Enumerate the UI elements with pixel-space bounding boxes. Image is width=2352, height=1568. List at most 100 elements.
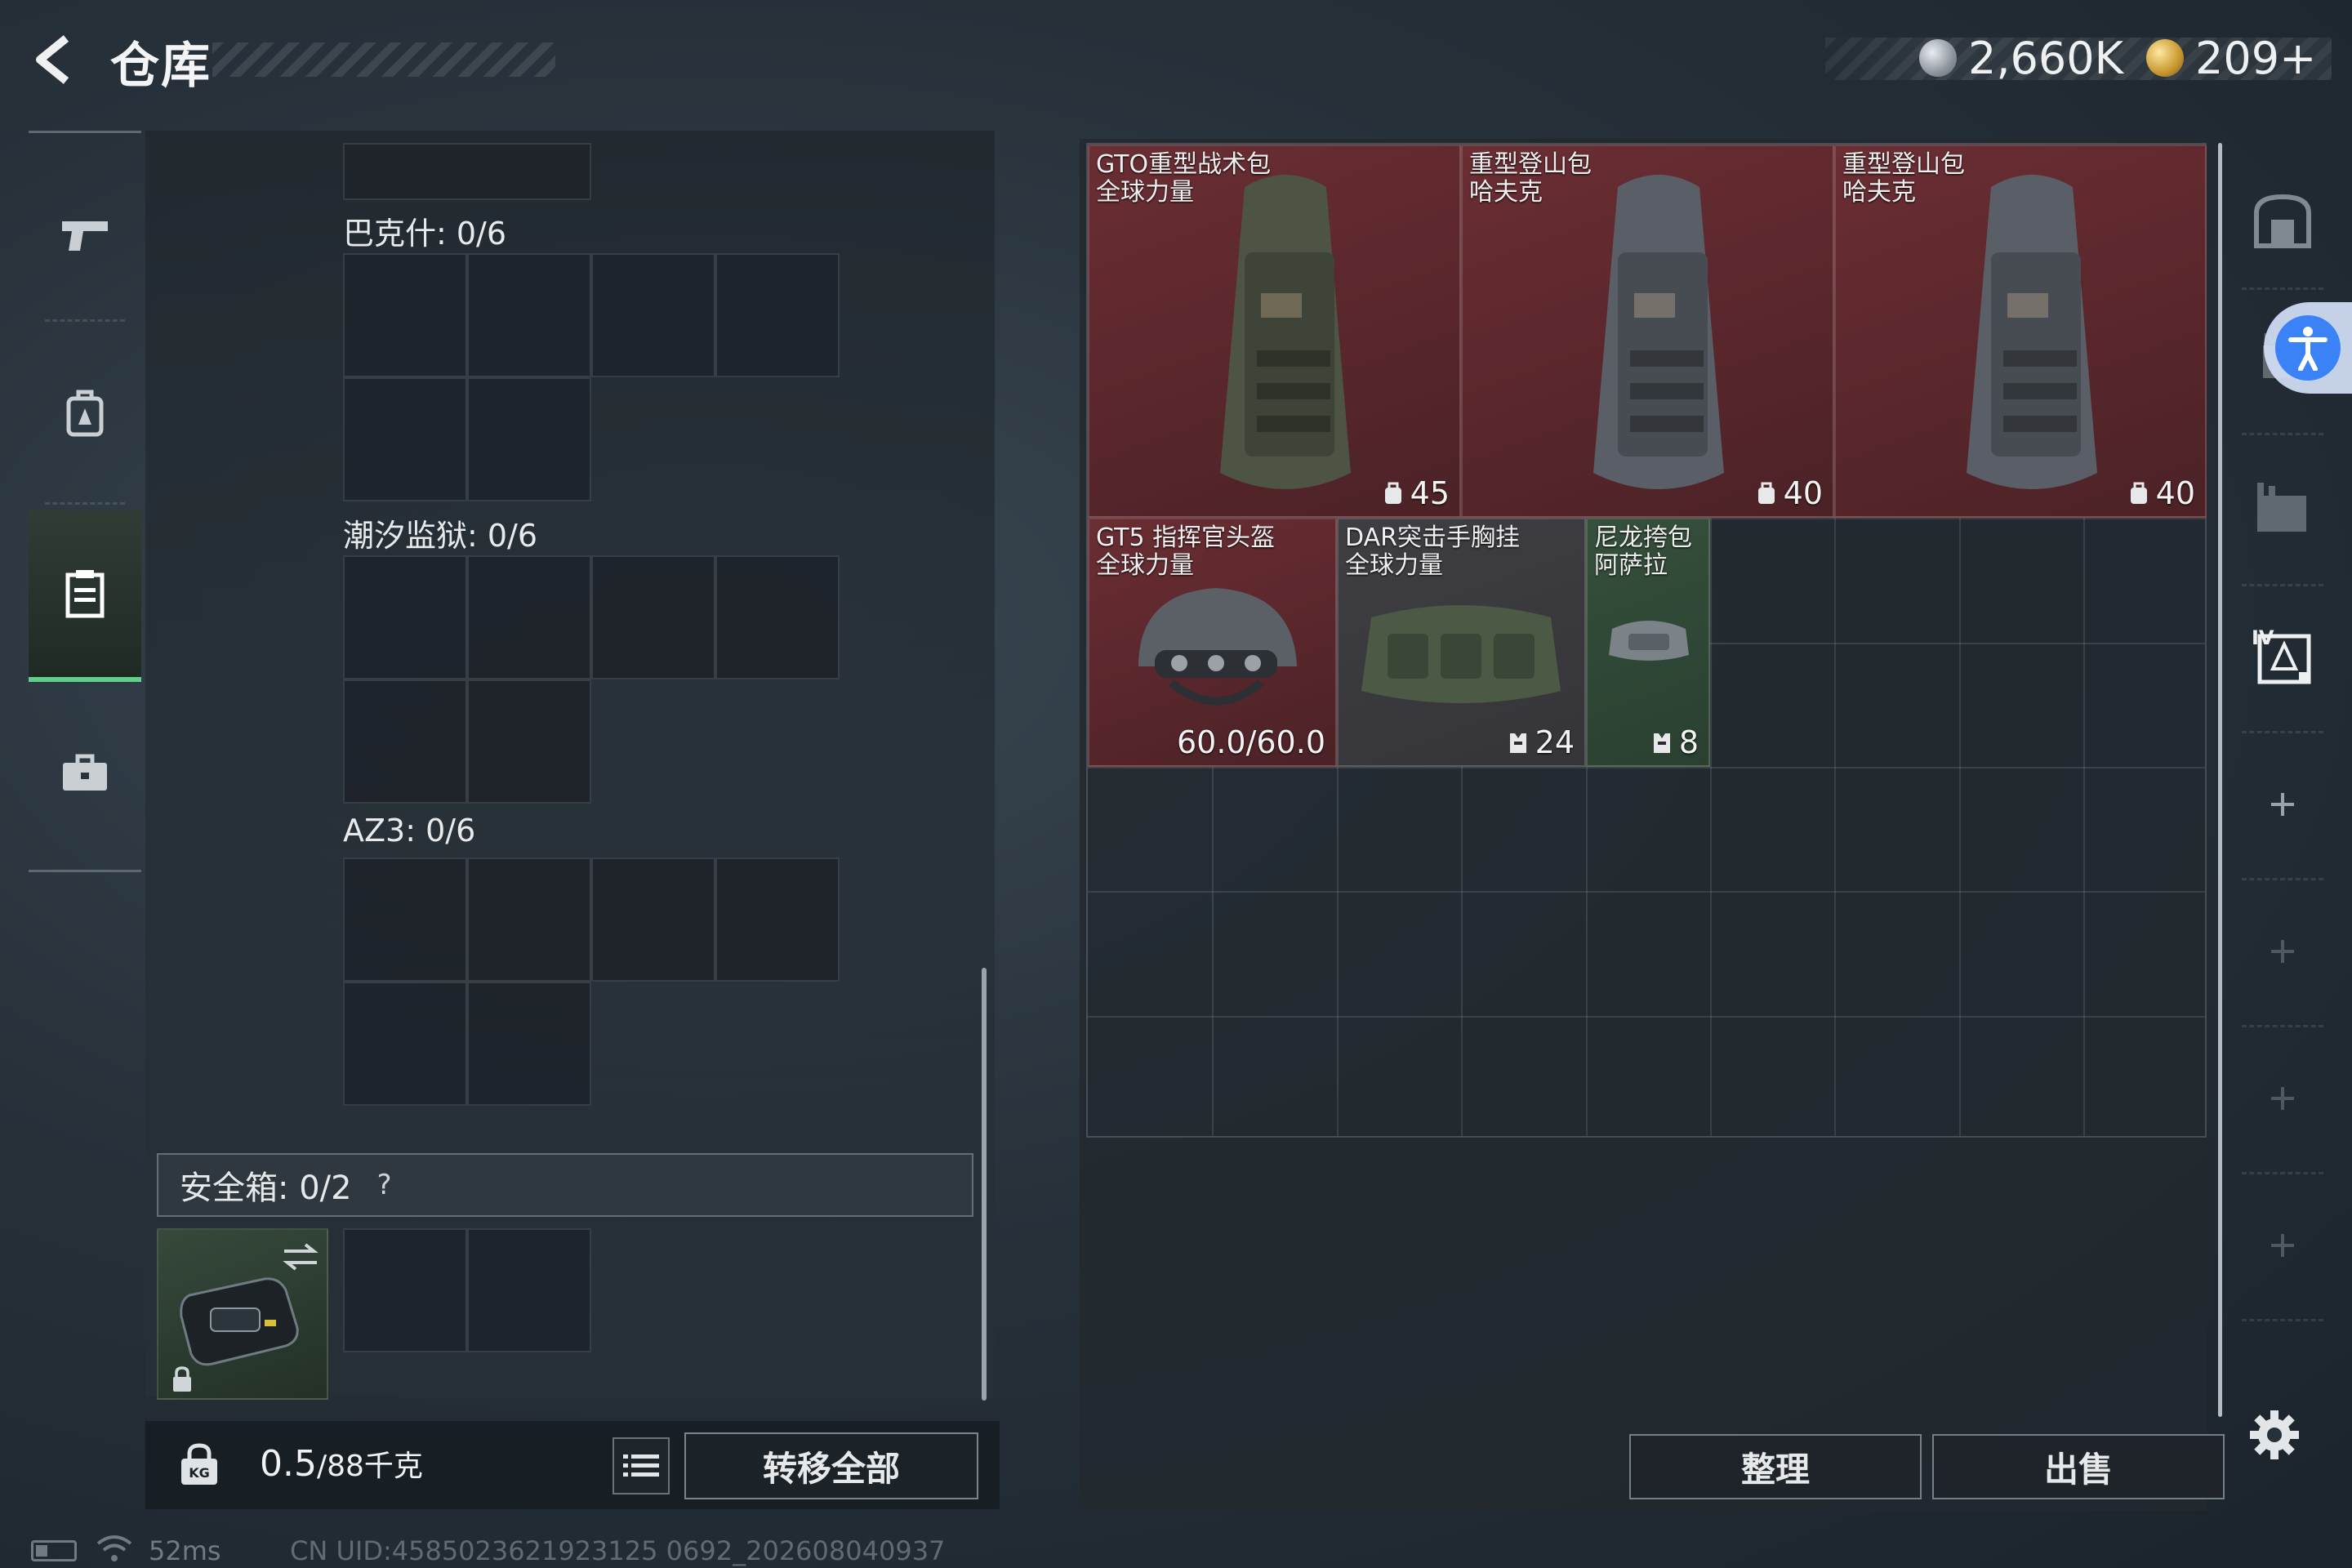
container-slot[interactable] (343, 1228, 467, 1352)
container-slot[interactable] (343, 679, 467, 804)
help-button[interactable]: ? (367, 1167, 403, 1203)
item-durability: 60.0/60.0 (1176, 724, 1325, 760)
briefcase-icon (63, 754, 107, 791)
container-slot[interactable] (591, 555, 715, 679)
plus-icon (2271, 1234, 2294, 1257)
container-slot[interactable] (467, 982, 591, 1106)
container-slot[interactable] (343, 143, 591, 200)
svg-text:KG: KG (189, 1465, 210, 1481)
container-slot[interactable] (467, 858, 591, 982)
container-slot[interactable] (343, 555, 467, 679)
container-slot[interactable] (467, 1228, 591, 1352)
lock-icon (173, 1366, 191, 1392)
container-slot[interactable] (715, 858, 840, 982)
nav-weapons[interactable] (29, 149, 141, 321)
accessibility-icon (2275, 315, 2341, 381)
item-capacity: 45 (1383, 475, 1450, 511)
vest-capacity-icon (1509, 733, 1526, 753)
warehouse-item-gto-backpack[interactable]: GTO重型战术包 全球力量 45 (1088, 145, 1461, 518)
container-slot[interactable] (715, 253, 840, 377)
ping-readout: 52ms (149, 1535, 221, 1566)
container-slot[interactable] (343, 982, 467, 1106)
storage-icon (65, 570, 105, 618)
currency-silver-amount: 2,660K (1968, 32, 2124, 84)
nav-storage[interactable] (29, 510, 141, 682)
nav-briefcase[interactable] (29, 687, 141, 858)
warehouse-item-chest-rig[interactable]: DAR突击手胸挂 全球力量 24 (1337, 518, 1586, 767)
currency-gold[interactable]: 209+ (2146, 29, 2316, 87)
accessibility-button[interactable] (2264, 302, 2352, 394)
container-slot[interactable] (343, 858, 467, 982)
currency-silver[interactable]: 2,660K (1919, 29, 2123, 87)
container-slot[interactable] (591, 253, 715, 377)
container-label: AZ3: 0/6 (343, 813, 476, 849)
safe-box-header: 安全箱: 0/2 ? (157, 1153, 973, 1217)
item-capacity: 24 (1508, 724, 1575, 760)
container-slot[interactable] (467, 555, 591, 679)
backpack-image-icon (1967, 175, 2097, 489)
locker-level-icon: IV (2252, 626, 2311, 684)
add-storage-button[interactable] (2238, 1184, 2328, 1307)
transfer-all-button[interactable]: 转移全部 (684, 1432, 978, 1499)
nav-backpack[interactable] (29, 327, 141, 499)
warehouse-item-sling-bag[interactable]: 尼龙挎包 阿萨拉 8 (1586, 518, 1710, 767)
safe-box-slot[interactable] (343, 1228, 591, 1352)
container-label: 潮汐监狱: 0/6 (343, 518, 538, 554)
warehouse-item-heavy-pack[interactable]: 重型登山包 哈夫克 40 (1461, 145, 1834, 518)
sell-button[interactable]: 出售 (1932, 1434, 2225, 1499)
add-storage-button[interactable] (2238, 1037, 2328, 1160)
backpack-capacity-icon (1384, 482, 1401, 504)
settings-button[interactable] (2244, 1405, 2305, 1465)
weight-icon: KG (181, 1443, 217, 1485)
storage-shelf-icon (2257, 483, 2306, 532)
gold-coin-icon (2146, 39, 2184, 77)
weight-value: 0.5 (260, 1443, 317, 1485)
item-capacity: 40 (2128, 475, 2195, 511)
backpack-capacity-icon (2130, 482, 2147, 504)
silver-coin-icon (1919, 39, 1957, 77)
sort-button[interactable]: 整理 (1629, 1434, 1922, 1499)
container-slot[interactable] (343, 377, 467, 501)
wifi-icon (96, 1535, 132, 1561)
currency-gold-amount: 209+ (2195, 32, 2317, 84)
safe-box-item[interactable] (157, 1228, 328, 1400)
list-view-button[interactable] (612, 1437, 670, 1494)
container-slot[interactable] (467, 679, 591, 804)
rail-tab-3[interactable] (2238, 445, 2328, 568)
container-slot[interactable] (467, 253, 591, 377)
warehouse-item-heavy-pack[interactable]: 重型登山包 哈夫克 40 (1834, 145, 2207, 518)
rail-tab-4[interactable]: IV (2238, 595, 2328, 717)
warehouse-scrollbar[interactable] (2218, 143, 2222, 1417)
rail-warehouse-tab[interactable] (2238, 159, 2328, 282)
container-slot[interactable] (715, 555, 840, 679)
weight-capacity: /88千克 (316, 1450, 423, 1483)
user-uid: CN UID:4585023621923125 0692_20260804093… (290, 1535, 946, 1566)
back-button[interactable] (24, 31, 82, 88)
add-storage-button[interactable] (2238, 743, 2328, 866)
item-name: GT5 指挥官头盔 全球力量 (1096, 523, 1276, 580)
item-name: 重型登山包 哈夫克 (1469, 150, 1592, 207)
add-storage-button[interactable] (2238, 890, 2328, 1013)
back-arrow-icon (36, 35, 69, 84)
weight-bar: KG 0.5/88千克 转移全部 (145, 1421, 1000, 1509)
backpack-icon (66, 390, 104, 437)
item-capacity: 8 (1651, 724, 1699, 760)
safe-case-icon (180, 1277, 299, 1366)
swap-icon (283, 1243, 318, 1271)
container-slot[interactable] (343, 253, 467, 377)
warehouse-item-helmet[interactable]: GT5 指挥官头盔 全球力量 60.0/60.0 (1088, 518, 1337, 767)
container-scrollbar[interactable] (982, 968, 987, 1401)
backpack-image-icon (1220, 175, 1351, 489)
gear-icon (2250, 1410, 2299, 1459)
container-slot[interactable] (467, 377, 591, 501)
plus-icon (2271, 1087, 2294, 1110)
item-name: 尼龙挎包 阿萨拉 (1594, 523, 1692, 580)
page-title: 仓库 (110, 38, 212, 95)
vest-capacity-icon (1653, 733, 1670, 753)
backpack-image-icon (1593, 175, 1724, 489)
container-slot[interactable] (591, 858, 715, 982)
item-name: GTO重型战术包 全球力量 (1096, 150, 1272, 207)
safe-storage-icon (2254, 194, 2311, 248)
container-label: 巴克什: 0/6 (343, 216, 507, 252)
chest-rig-image-icon (1361, 605, 1561, 703)
